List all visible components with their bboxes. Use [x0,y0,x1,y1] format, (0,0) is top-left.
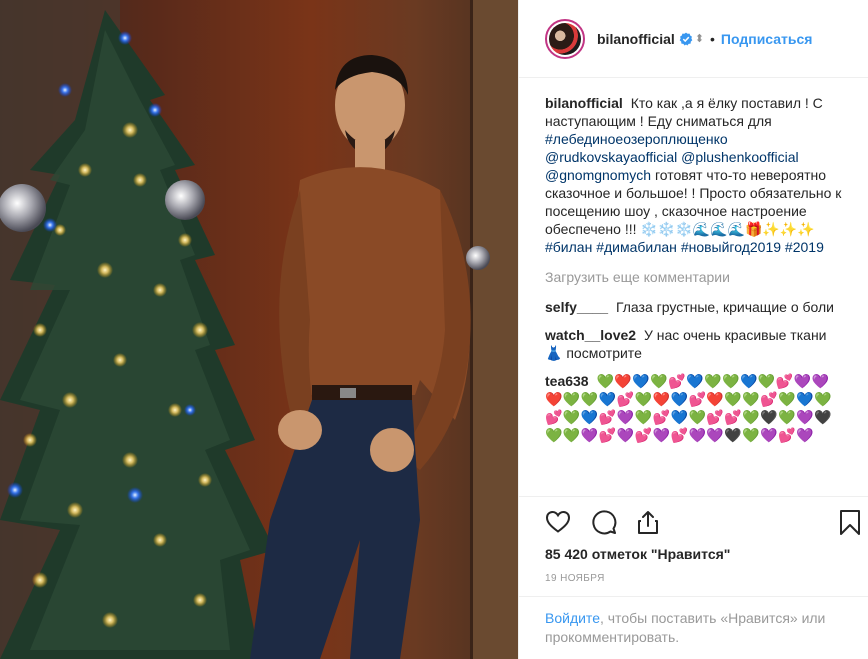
comment: watch__love2 У нас очень красивые ткани … [545,326,845,362]
share-icon[interactable] [635,509,661,535]
caption: bilanofficial Кто как ,а я ёлку поставил… [545,94,845,256]
mention-link[interactable]: @gnomgnomych [545,167,651,183]
follow-button[interactable]: Подписаться [721,31,813,47]
login-link[interactable]: Войдите [545,610,600,626]
chevron-updown-icon: ⬍ [694,33,705,45]
post-photo[interactable] [0,0,518,659]
action-bar [519,496,868,546]
post-date: 19 ноября [545,573,605,584]
hashtag-link[interactable]: #2019 [785,239,824,255]
hashtag-link[interactable]: #димабилан [596,239,677,255]
avatar-image [549,22,581,55]
mention-link[interactable]: @rudkovskayaofficial [545,149,677,165]
comment-username[interactable]: watch__love2 [545,327,636,343]
likes-count[interactable]: 85 420 отметок "Нравится" [545,546,730,562]
comment-icon[interactable] [591,509,617,535]
username-link[interactable]: bilanofficial [597,31,675,47]
header-separator: • [710,30,715,47]
mention-link[interactable]: @plushenkoofficial [681,149,798,165]
bookmark-icon[interactable] [837,509,863,535]
post-details-panel: bilanofficial ⬍ • Подписаться bilanoffic… [518,0,868,659]
post-header: bilanofficial ⬍ • Подписаться [519,0,868,78]
disco-ornament [0,184,46,232]
verified-badge-icon [679,32,693,45]
photo-illustration [0,0,518,659]
avatar[interactable] [545,18,585,59]
comment: tea638 💚❤️💙💚💕💙💚💚💙💚💕💜💜❤️💚💚💙💕💚❤️💙💕❤️💚💚💕💚💙💚… [545,372,845,444]
hashtag-link[interactable]: #билан [545,239,592,255]
hashtag-link[interactable]: #новыйгод2019 [681,239,781,255]
instagram-post: bilanofficial ⬍ • Подписаться bilanoffic… [0,0,868,659]
hashtag-link[interactable]: #лебединоеозероплющенко [545,131,728,147]
comment: selfy____ Глаза грустные, кричащие о бол… [545,298,845,316]
caption-emoji: ❄️❄️❄️🌊🌊🌊🎁✨✨✨ [640,221,815,237]
comment-username[interactable]: tea638 [545,373,589,389]
login-prompt: Войдите, чтобы поставить «Нравится» или … [519,596,868,659]
comment-username[interactable]: selfy____ [545,299,608,315]
heart-icon[interactable] [545,509,571,535]
load-more-comments-button[interactable]: Загрузить еще комментарии [545,268,845,286]
comment-text: Глаза грустные, кричащие о боли [615,299,834,315]
disco-ornament [165,180,205,220]
comments-list[interactable]: bilanofficial Кто как ,а я ёлку поставил… [545,94,845,496]
caption-username[interactable]: bilanofficial [545,95,623,111]
